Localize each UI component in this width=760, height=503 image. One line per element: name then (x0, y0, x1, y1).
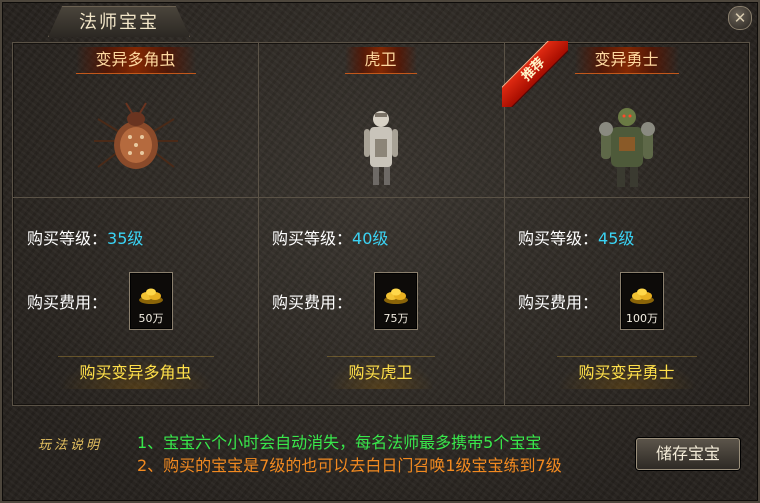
pet-portrait (598, 108, 655, 187)
buy-button[interactable]: 购买变异多角虫 (57, 356, 214, 389)
cost-slot: 100万 (620, 272, 664, 330)
cost-label: 购买费用： (27, 293, 108, 312)
recommend-badge: 推荐 (502, 41, 568, 107)
cost-label: 购买费用： (272, 293, 353, 312)
close-icon[interactable]: ✕ (728, 6, 752, 30)
cost-amount: 100万 (626, 312, 658, 325)
buy-button[interactable]: 购买变异勇士 (556, 356, 697, 389)
tip-line-1: 1、宝宝六个小时会自动消失，每名法师最多携带5个宝宝 (137, 433, 542, 452)
pet-grid: 变异多角虫 购买等级：35级 购买费用： 50万 购买变异多角虫 虎卫 购买等级… (12, 41, 750, 406)
pet-card: 虎卫 购买等级：40级 购买费用： 75万 购买虎卫 (258, 43, 503, 405)
gold-ingot-icon (384, 288, 408, 304)
tip-line-2: 2、购买的宝宝是7级的也可以去白日门召唤1级宝宝练到7级 (137, 456, 562, 475)
level-row: 购买等级：40级 (272, 225, 388, 249)
level-value: 45级 (598, 229, 635, 248)
window-title: 法师宝宝 (48, 6, 190, 37)
pet-name: 变异勇士 (574, 47, 679, 74)
gold-ingot-icon (630, 288, 654, 304)
pet-name: 变异多角虫 (75, 47, 196, 74)
cost-slot: 75万 (374, 272, 418, 330)
cost-label: 购买费用： (518, 293, 599, 312)
level-label: 购买等级： (518, 229, 599, 248)
recommend-ribbon: 推荐 (502, 41, 568, 107)
level-row: 购买等级：35级 (27, 225, 143, 249)
level-value: 40级 (352, 229, 389, 248)
pet-portrait (93, 102, 178, 169)
howto-label: 玩法说明 (38, 438, 103, 453)
cost-amount: 50万 (138, 312, 164, 325)
cost-amount: 75万 (383, 312, 409, 325)
pet-card: 推荐 变异勇士 购买等级：45级 购买费用： 100万 购买变异勇士 (502, 41, 749, 405)
buy-button[interactable]: 购买虎卫 (326, 356, 435, 389)
pet-name: 虎卫 (344, 47, 417, 74)
level-label: 购买等级： (272, 229, 353, 248)
pet-card: 变异多角虫 购买等级：35级 购买费用： 50万 购买变异多角虫 (13, 43, 258, 405)
level-label: 购买等级： (27, 229, 108, 248)
pet-portrait (363, 111, 398, 185)
store-pet-button[interactable]: 储存宝宝 (636, 438, 740, 470)
pet-shop-window: 法师宝宝 ✕ 变异多角虫 购买等级：35级 购买费用： 50万 购买变异多角虫 … (0, 0, 760, 503)
level-value: 35级 (107, 229, 144, 248)
cost-slot: 50万 (129, 272, 173, 330)
level-row: 购买等级：45级 (518, 225, 634, 249)
gold-ingot-icon (139, 288, 163, 304)
